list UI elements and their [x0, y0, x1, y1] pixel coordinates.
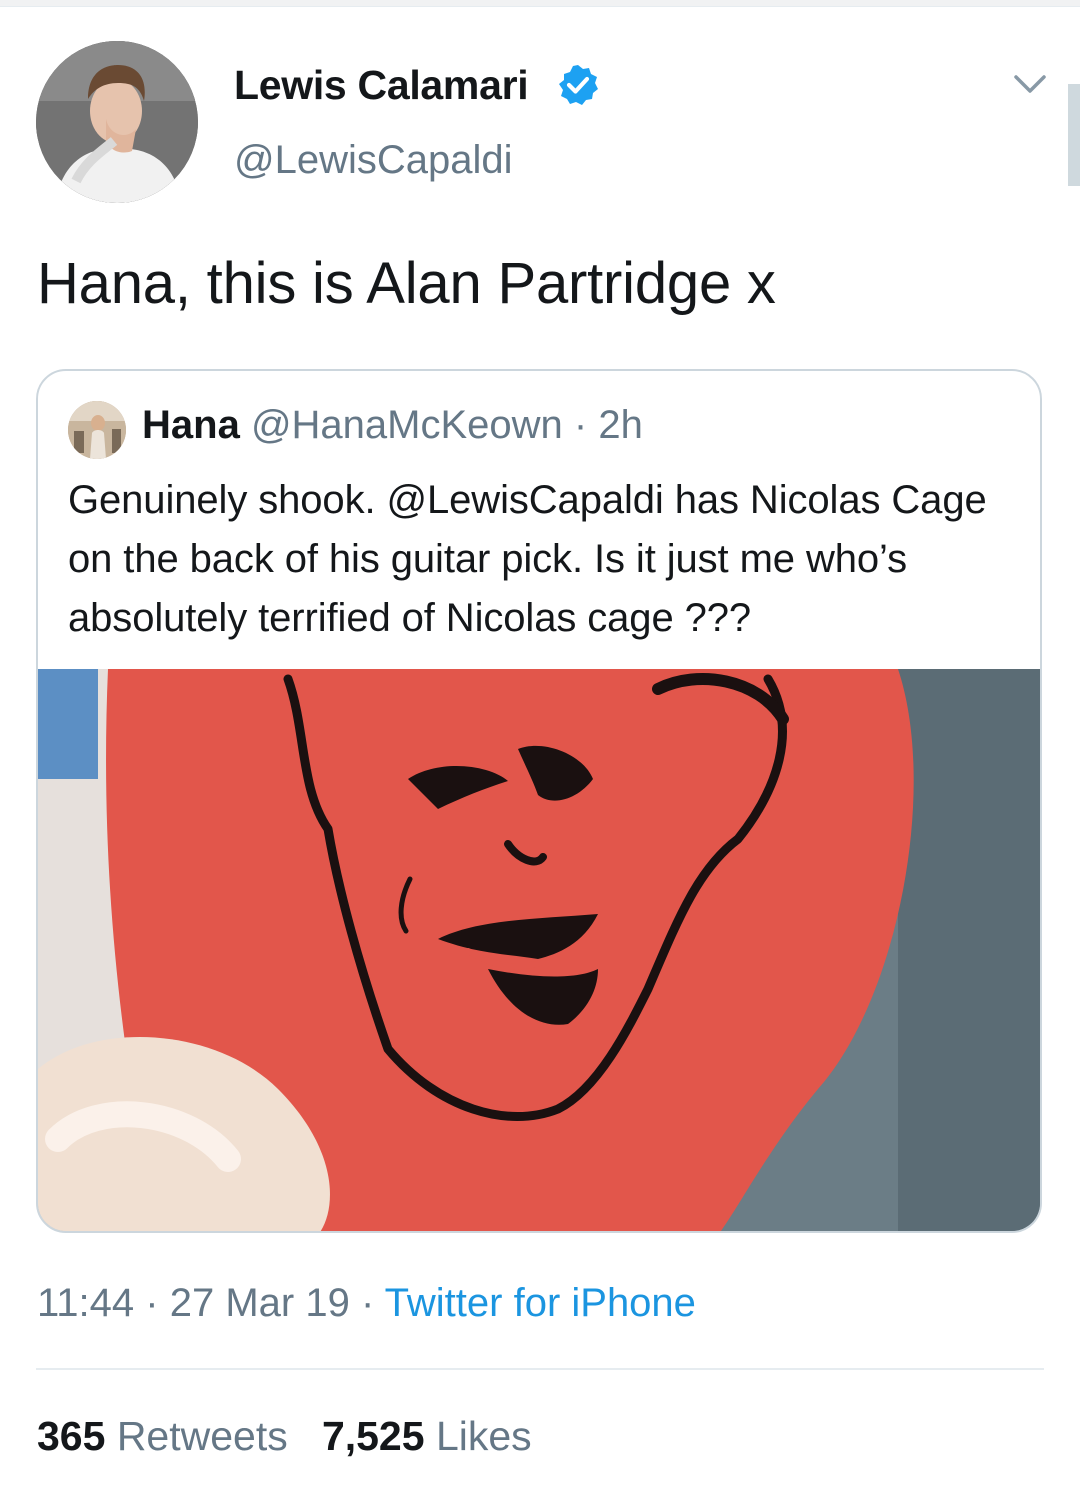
- tweet-date: 27 Mar 19: [169, 1281, 350, 1325]
- retweets-count: 365: [37, 1413, 106, 1459]
- chevron-down-icon[interactable]: [1012, 70, 1048, 98]
- tweet-source-link[interactable]: Twitter for iPhone: [385, 1281, 696, 1325]
- top-divider: [0, 0, 1080, 7]
- likes-stat[interactable]: 7,525 Likes: [322, 1413, 532, 1459]
- scrollbar[interactable]: [1068, 84, 1080, 186]
- quoted-tweet-text: Genuinely shook. @LewisCapaldi has Nicol…: [68, 478, 987, 640]
- tweet-meta-separator: ·: [360, 1281, 375, 1325]
- tweet-text: Hana, this is Alan Partridge x: [37, 251, 776, 316]
- author-handle[interactable]: @LewisCapaldi: [234, 138, 513, 183]
- tweet-time: 11:44: [37, 1281, 135, 1325]
- stats-divider: [36, 1368, 1044, 1370]
- tweet-meta-line: 11:44 · 27 Mar 19 · Twitter for iPhone: [37, 1281, 696, 1326]
- quoted-author-avatar[interactable]: [68, 401, 126, 459]
- quoted-tweet-photo[interactable]: [38, 669, 1040, 1231]
- quoted-author-name[interactable]: Hana: [142, 403, 240, 447]
- verified-badge-icon: [559, 65, 598, 105]
- tweet-stats: 365 Retweets 7,525 Likes: [37, 1413, 532, 1460]
- quoted-tweet-card[interactable]: Hana @HanaMcKeown · 2h Genuinely shook. …: [36, 369, 1042, 1233]
- quoted-tweet-age: 2h: [598, 403, 643, 447]
- tweet-meta-separator: ·: [145, 1281, 159, 1325]
- likes-label: Likes: [435, 1413, 532, 1459]
- likes-count: 7,525: [321, 1413, 425, 1459]
- quoted-tweet-header: Hana @HanaMcKeown · 2h: [142, 403, 643, 448]
- author-display-name[interactable]: Lewis Calamari: [234, 62, 529, 109]
- retweets-label: Retweets: [116, 1413, 288, 1459]
- retweets-stat[interactable]: 365 Retweets: [37, 1413, 288, 1459]
- author-avatar[interactable]: [36, 41, 198, 203]
- quoted-author-handle[interactable]: @HanaMcKeown: [251, 403, 563, 447]
- quoted-separator: ·: [573, 403, 588, 447]
